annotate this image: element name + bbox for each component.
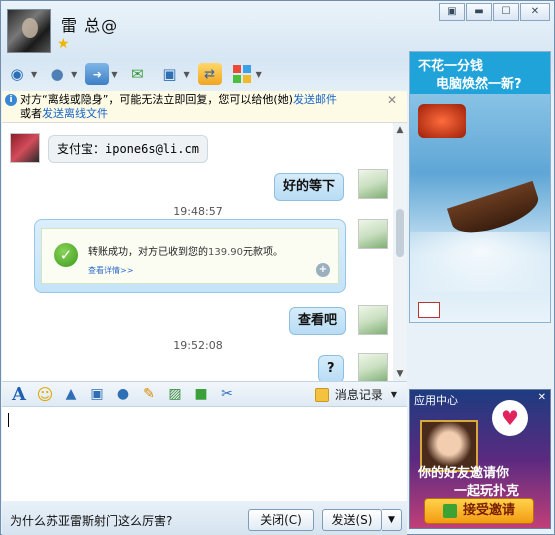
contact-message-avatar[interactable] (10, 133, 40, 163)
folder-icon: ➜ (85, 63, 110, 85)
notice-text: 对方“离线或隐身”，可能无法立即回复，您可以给他(她) (20, 93, 293, 106)
transfer-suffix: 元款项。 (243, 247, 283, 258)
skin-button[interactable]: ▣ (439, 3, 465, 21)
window-controls: ▣ ▬ ☐ ✕ (438, 3, 550, 21)
chevron-down-icon[interactable]: ▼ (111, 70, 117, 79)
message-timestamp: 19:52:08 (173, 339, 223, 352)
scroll-down-icon[interactable]: ▼ (395, 369, 405, 379)
scroll-up-icon[interactable]: ▲ (395, 125, 405, 135)
star-icon: ★ (57, 36, 70, 52)
message-list[interactable]: 支付宝：ipone6s@li.cm 好的等下 19:48:57 ✓ 转账成功，对… (2, 123, 407, 381)
zoom-in-icon[interactable]: + (316, 263, 330, 277)
close-notice-icon[interactable]: ✕ (387, 93, 397, 107)
apps-icon (230, 63, 254, 85)
emoji-icon[interactable]: ☺ (34, 384, 56, 404)
close-button[interactable]: 关闭(C) (248, 509, 314, 531)
message-bubble-outgoing: ? (318, 355, 344, 381)
chevron-down-icon[interactable]: ▼ (256, 70, 262, 79)
history-icon (314, 387, 329, 402)
contact-avatar[interactable] (7, 9, 51, 53)
ad-invite-line2: 一起玩扑克 (454, 484, 520, 499)
message-input[interactable] (2, 407, 407, 501)
remote-assist-button[interactable]: ⇄ (197, 63, 222, 85)
video-clip-icon[interactable]: ▣ (86, 384, 108, 404)
message-history-label: 消息记录 (334, 388, 383, 402)
ad-app-center-label: 应用中心 (414, 394, 458, 407)
voice-message-icon[interactable]: ● (112, 384, 134, 404)
chevron-down-icon[interactable]: ▼ (31, 70, 37, 79)
bottom-bar: 为什么苏亚雷斯射门这么厉害? 关闭(C) 发送(S) ▼ (2, 501, 407, 535)
font-icon[interactable]: A (8, 384, 30, 405)
ad-top-line1: 不花一分钱 (418, 59, 484, 74)
transfer-title: 转账成功，对方已收到您的 (88, 247, 208, 258)
my-message-avatar[interactable] (358, 219, 388, 249)
accept-invite-button[interactable]: 接受邀请 (424, 498, 534, 524)
message-bubble-outgoing: 查看吧 (289, 307, 347, 335)
ad-close-icon[interactable]: ✕ (538, 392, 546, 403)
view-details-link[interactable]: 查看详情>> (88, 265, 133, 276)
chevron-down-icon[interactable]: ▼ (183, 70, 189, 79)
transfer-card[interactable]: ✓ 转账成功，对方已收到您的139.90元款项。 查看详情>> + (34, 219, 346, 293)
message-bubble-incoming: 支付宝：ipone6s@li.cm (48, 135, 208, 163)
screenshot-icon[interactable]: ✂ (216, 384, 238, 404)
sms-button[interactable]: ✉ (125, 63, 149, 85)
image-icon[interactable]: ▨ (164, 384, 186, 404)
remote-assist-icon: ⇄ (197, 63, 222, 85)
chevron-down-icon[interactable]: ▼ (391, 390, 397, 399)
ad-top-header: 不花一分钱 电脑焕然一新? (410, 52, 550, 94)
input-toolbar: A ☺ ▲ ▣ ● ✎ ▨ ■ ✂ 消息记录 ▼ (2, 381, 407, 407)
file-transfer-button[interactable]: ➜ ▼ (85, 63, 117, 85)
sms-icon: ✉ (131, 65, 144, 83)
info-icon: i (5, 94, 17, 106)
my-message-avatar[interactable] (358, 305, 388, 335)
transfer-card-body: ✓ 转账成功，对方已收到您的139.90元款项。 查看详情>> + (41, 228, 339, 284)
send-offline-file-link[interactable]: 发送离线文件 (42, 107, 108, 120)
ad-stamp (418, 302, 440, 318)
video-call-button[interactable]: ◉ ▼ (5, 63, 37, 85)
chat-window: 雷 总@ ★ ▣ ▬ ☐ ✕ ◉ ▼ ● ▼ ➜ ▼ ✉ ▣ ▼ ⇄ ▼ i 对… (0, 0, 555, 535)
pen-icon (442, 503, 457, 518)
checkmark-icon: ✓ (54, 243, 78, 267)
contact-name: 雷 总@ (61, 16, 119, 35)
ad-top-line2: 电脑焕然一新? (436, 77, 522, 92)
shake-icon[interactable]: ▲ (60, 384, 82, 404)
scroll-thumb[interactable] (396, 209, 404, 257)
maximize-button[interactable]: ☐ (493, 3, 519, 21)
notice-text-or: 或者 (20, 107, 42, 120)
microphone-icon: ● (50, 65, 64, 83)
send-options-button[interactable]: ▼ (382, 509, 402, 531)
apps-button[interactable]: ▼ (230, 63, 262, 85)
transfer-status-text: 转账成功，对方已收到您的139.90元款项。 (88, 243, 283, 258)
my-message-avatar[interactable] (358, 353, 388, 381)
heart-icon: ♥ (492, 400, 528, 436)
ad-invite-line1: 你的好友邀请你 (418, 466, 510, 481)
my-message-avatar[interactable] (358, 169, 388, 199)
message-timestamp: 19:48:57 (173, 205, 223, 218)
accept-invite-label: 接受邀请 (462, 503, 515, 518)
message-history-button[interactable]: 消息记录 ▼ (314, 386, 397, 403)
chat-scrollbar[interactable]: ▲ ▼ (393, 123, 407, 381)
voice-call-button[interactable]: ● ▼ (45, 63, 78, 85)
minimize-button[interactable]: ▬ (466, 3, 492, 21)
send-button[interactable]: 发送(S) (322, 509, 382, 531)
offline-notice: i 对方“离线或隐身”，可能无法立即回复，您可以给他(她)发送邮件 或者发送离线… (2, 91, 407, 123)
send-email-link[interactable]: 发送邮件 (293, 93, 337, 106)
ad-banner-bottom[interactable]: 应用中心 ✕ ♥ 你的好友邀请你 一起玩扑克 接受邀请 (409, 389, 551, 529)
ad-splash (410, 232, 550, 292)
ad-logo (418, 104, 466, 138)
message-bubble-outgoing: 好的等下 (274, 173, 345, 201)
text-caret (8, 413, 9, 427)
close-window-button[interactable]: ✕ (520, 3, 550, 21)
transfer-amount: 139.90 (208, 247, 243, 258)
screen-share-button[interactable]: ▣ ▼ (157, 63, 189, 85)
monitor-icon: ▣ (162, 65, 177, 83)
gift-icon[interactable]: ■ (190, 384, 212, 404)
chevron-down-icon[interactable]: ▼ (71, 70, 77, 79)
ad-banner-top[interactable]: 不花一分钱 电脑焕然一新? (409, 51, 551, 323)
video-icon: ◉ (10, 65, 24, 83)
main-toolbar: ◉ ▼ ● ▼ ➜ ▼ ✉ ▣ ▼ ⇄ ▼ (5, 59, 407, 89)
note-icon[interactable]: ✎ (138, 384, 160, 404)
ad-text-link[interactable]: 为什么苏亚雷斯射门这么厉害? (10, 512, 172, 529)
